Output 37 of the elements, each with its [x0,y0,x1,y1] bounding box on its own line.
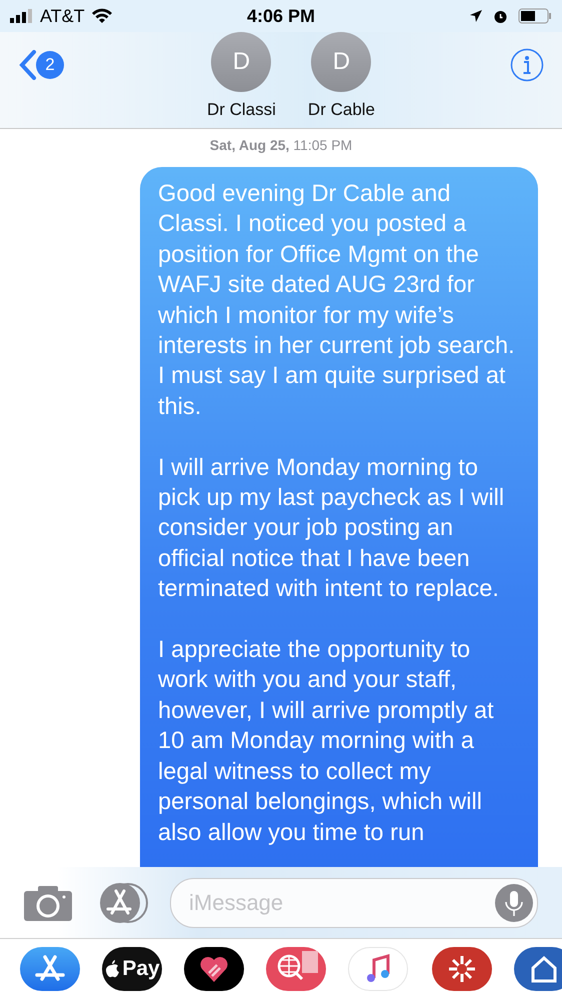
contact-avatar: D [311,32,372,92]
microphone-icon[interactable] [495,884,533,922]
contact-name: Dr Classi [206,100,276,120]
wifi-icon [90,8,113,24]
message-paragraph: I appreciate the opportunity to work with you and your staff, however, I will arrive promptly at 10 am Monday morning with a legal witness to collect my personal belongings, which will also allow you time to run [158,636,495,848]
battery-icon [518,8,552,24]
unread-count-badge: 2 [36,51,64,79]
heart-icon [199,955,229,983]
carrier-name: AT&T [40,6,85,26]
globe-app-icon[interactable] [266,947,326,991]
camera-icon[interactable] [24,884,72,920]
apple-icon [104,960,120,978]
house-logo-icon[interactable] [514,947,562,991]
app-store-icon[interactable] [20,947,80,991]
apple-pay-button[interactable]: Pay [102,947,162,991]
info-icon[interactable] [510,48,544,82]
music-note-icon [364,954,392,984]
chevron-left-icon [18,50,38,80]
contact-button[interactable]: D Dr Classi [206,32,276,120]
back-button[interactable]: 2 [18,50,108,80]
starburst-icon [447,954,477,984]
message-field[interactable]: iMessage [170,878,538,928]
alarm-clock-icon [493,8,508,24]
contact-name: Dr Cable [308,100,376,120]
pay-label: Pay [122,957,160,981]
contact-avatar: D [211,32,272,92]
message-timestamp: Sat, Aug 25, 11:05 PM [208,137,354,153]
message-paragraph: Good evening Dr Cable and Classi. I noticed you posted a position for Office Mgmt on the WAFJ site dated AUG 23rd for which I monitor for my wife’s interests in her current job search. I must say I am quite surprised at this. [158,180,516,422]
heart-app-icon[interactable] [184,947,244,991]
status-time: 4:06 PM [246,6,316,26]
location-arrow-icon [469,9,484,23]
message-paragraph: I will arrive Monday morning to pick up my last paycheck as I will consider your job posting an official notice that I have been terminated with intent to replace. [158,454,506,604]
music-app-icon[interactable] [348,947,408,991]
contact-button[interactable]: D Dr Cable [308,32,376,120]
house-outline-icon [529,954,559,984]
signal-icon [10,9,34,23]
round-logo-icon[interactable] [432,947,492,991]
